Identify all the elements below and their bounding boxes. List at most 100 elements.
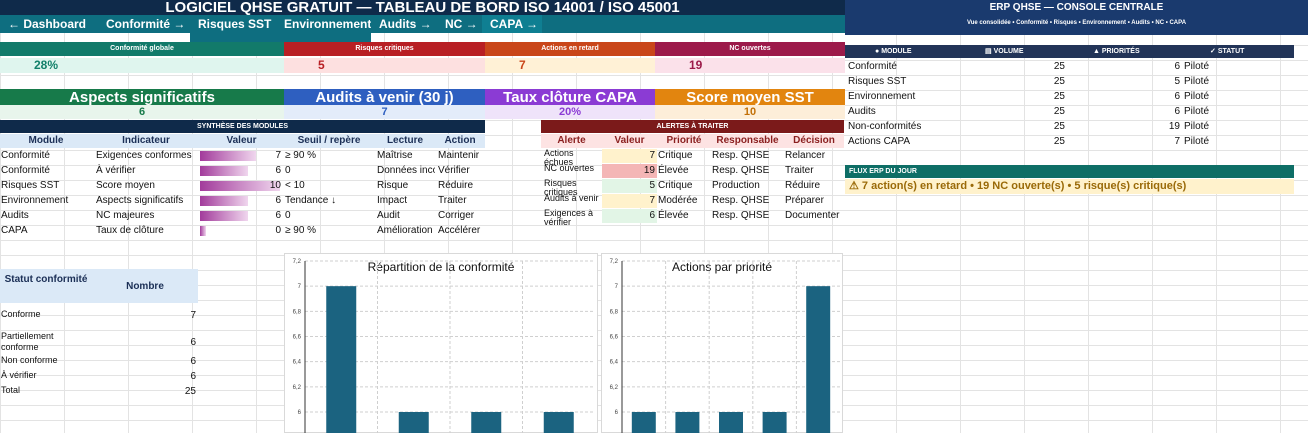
erp-module: Non-conformités — [848, 121, 922, 132]
statut-value: 6 — [190, 356, 196, 367]
table-icon: ▤ — [985, 48, 992, 55]
erp-header: ERP QHSE — CONSOLE CENTRALE Vue consolid… — [845, 0, 1308, 35]
synthese-title: SYNTHÈSE DES MODULES — [0, 120, 485, 133]
kpi-big-label-2: Taux clôture CAPA — [485, 89, 655, 106]
synth-indicateur: Aspects significatifs — [96, 195, 184, 206]
erp-volume: 25 — [1053, 106, 1065, 117]
statut-label: Total — [1, 385, 21, 395]
synth-indicateur: NC majeures — [96, 210, 155, 221]
alertes-title: ALERTES À TRAITER — [541, 120, 844, 133]
kpi-top-label-2: Actions en retard — [485, 42, 655, 56]
table-row: NC ouvertes 19 Élevée Resp. QHSE Traiter — [541, 164, 844, 179]
y-tick-label: 6,2 — [293, 385, 302, 391]
synth-lecture: Amélioration — [377, 225, 433, 236]
synthese-header-row: Module Indicateur Valeur Seuil / repère … — [0, 134, 485, 148]
chart2-plot: 7,2 7 6,8 6,6 6,4 6,2 6 — [610, 259, 840, 433]
erp-priorites: 5 — [1174, 76, 1180, 87]
erp-volume: 25 — [1053, 76, 1065, 87]
erp-volume: 25 — [1053, 121, 1065, 132]
synth-module: Risques SST — [1, 180, 60, 191]
table-row: Actions CAPA 25 7 Piloté — [845, 135, 1294, 150]
synth-module: Conformité — [1, 150, 50, 161]
table-row: Environnement Aspects significatifs Tendan… — [0, 194, 485, 209]
alert-label: NC ouvertes — [544, 164, 595, 173]
y-tick-label: 6 — [615, 410, 619, 416]
bar-0 — [326, 286, 357, 433]
alert-priority: Modérée — [658, 195, 698, 206]
col-valeur: Valeur — [226, 135, 257, 146]
alert-responsable: Resp. QHSE — [712, 150, 770, 161]
chart-repartition-conformite: Répartition de la conformité 7,2 7 6,8 6,6 6… — [284, 253, 598, 433]
bar-0 — [631, 412, 656, 433]
y-tick-label: 7 — [615, 284, 619, 290]
erp-priorites: 19 — [1168, 121, 1180, 132]
erp-col-volume-label: VOLUME — [993, 48, 1024, 55]
synth-action: Traiter — [438, 195, 467, 206]
kpi-top-value-1: 5 — [284, 58, 485, 73]
y-tick-label: 7,2 — [610, 259, 619, 265]
table-row: Non conforme 6 — [0, 355, 198, 370]
kpi-big-value-2: 20% — [485, 105, 655, 119]
erp-module: Audits — [848, 106, 876, 117]
bar-3 — [543, 412, 574, 433]
alert-decision: Documenter — [785, 210, 840, 221]
kpi-top-value-3: 19 — [655, 58, 845, 73]
synth-lecture: Audit — [377, 210, 400, 221]
kpi-big-label-0: Aspects significatifs — [0, 89, 284, 106]
flux-banner: ⚠ 7 action(s) en retard • 19 NC ouverte(… — [845, 179, 1294, 194]
kpi-top-label-3: NC ouvertes — [655, 42, 845, 56]
alert-label: Audits à venir — [544, 194, 599, 203]
alert-label: Exigences à vérifier — [544, 209, 594, 227]
table-row: Audits à venir 7 Modérée Resp. QHSE Préparer — [541, 194, 844, 209]
statut-header-row: Statut conformité Nombre — [0, 269, 198, 303]
synth-lecture: Maîtrise — [377, 150, 413, 161]
col-decision: Décision — [793, 135, 835, 146]
synth-valeur: 6 — [275, 165, 281, 176]
erp-volume: 25 — [1053, 136, 1065, 147]
table-row: Risques critiques 5 Critique Production Rédu… — [541, 179, 844, 197]
synth-action: Accélérer — [438, 225, 481, 236]
erp-subtitle: Vue consolidée • Conformité • Risques • … — [966, 20, 1187, 26]
nav-conformite[interactable]: Conformité → — [98, 15, 196, 33]
page-title: LOGICIEL QHSE GRATUIT — TABLEAU DE BORD … — [0, 0, 845, 15]
erp-volume: 25 — [1053, 61, 1065, 72]
col-lecture: Lecture — [386, 135, 424, 146]
col-indicateur: Indicateur — [122, 135, 170, 146]
alert-decision: Préparer — [785, 195, 824, 206]
kpi-top-label-0: Conformité globale — [0, 42, 284, 56]
statut-label: Conforme — [1, 309, 41, 319]
alert-priority: Élevée — [658, 210, 689, 221]
erp-col-module: ● MODULE — [875, 45, 965, 58]
nav-dashboard[interactable]: ← Dashboard — [0, 15, 98, 33]
synth-valeur: 7 — [275, 150, 281, 161]
nav-audits[interactable]: Audits → — [371, 15, 441, 33]
synth-seuil: ≥ 90 % — [285, 150, 317, 161]
kpi-big-label-1: Audits à venir (30 j) — [284, 89, 485, 106]
synth-action: Vérifier — [438, 165, 470, 176]
synth-seuil: 0 — [285, 210, 291, 221]
alert-value: 6 — [602, 209, 657, 223]
y-tick-label: 6,6 — [293, 335, 302, 341]
y-tick-label: 6,8 — [293, 309, 302, 315]
alert-responsable: Resp. QHSE — [712, 195, 770, 206]
statut-value: 6 — [190, 337, 196, 348]
nav-capa[interactable]: CAPA → — [482, 15, 542, 33]
alert-decision: Traiter — [785, 165, 814, 176]
y-tick-label: 6,4 — [610, 360, 619, 366]
alert-value: 7 — [602, 149, 657, 163]
erp-statut: Piloté — [1184, 121, 1210, 132]
synth-valeur: 6 — [275, 195, 281, 206]
table-row: Risques SST Score moyen < 10 Risque Réduire 1… — [0, 179, 485, 194]
alert-value: 19 — [602, 164, 657, 178]
chart-actions-priorite: Actions par priorité 7,2 7 6,8 6,6 6,4 6,2 6 — [601, 253, 843, 433]
table-row: Exigences à vérifier 6 Élevée Resp. QHSE Doc… — [541, 209, 844, 227]
alert-value: 7 — [602, 194, 657, 208]
table-row: Conforme 7 — [0, 309, 198, 324]
kpi-top-label-1: Risques critiques — [284, 42, 485, 56]
synth-action: Réduire — [438, 180, 474, 191]
synth-lecture: Risque — [377, 180, 409, 191]
erp-col-priorites: ▲ PRIORITÉS — [1093, 45, 1183, 58]
bar-1 — [675, 412, 700, 433]
erp-statut: Piloté — [1184, 91, 1210, 102]
flux-header: FLUX ERP DU JOUR — [845, 165, 1294, 178]
